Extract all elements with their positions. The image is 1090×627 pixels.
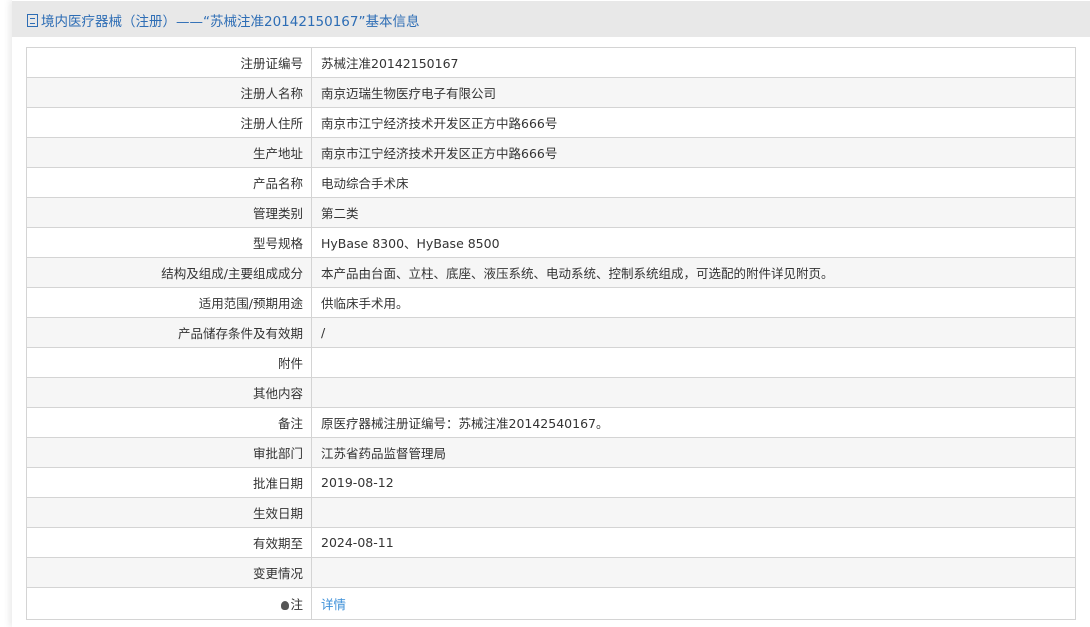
field-value: 电动综合手术床 xyxy=(311,167,1076,198)
field-label: 注册证编号 xyxy=(26,47,312,78)
table-row: 备注 原医疗器械注册证编号：苏械注准20142540167。 xyxy=(26,407,1076,438)
field-label: 管理类别 xyxy=(26,197,312,228)
lightbulb-icon xyxy=(281,601,290,610)
field-value xyxy=(311,497,1076,528)
note-label: 注 xyxy=(26,587,312,620)
field-label: 结构及组成/主要组成成分 xyxy=(26,257,312,288)
field-label: 产品名称 xyxy=(26,167,312,198)
field-value xyxy=(311,377,1076,408)
page-title: 境内医疗器械（注册）——“苏械注准20142150167”基本信息 xyxy=(27,10,419,30)
table-row: 其他内容 xyxy=(26,377,1076,408)
table-row: 生产地址 南京市江宁经济技术开发区正方中路666号 xyxy=(26,137,1076,168)
table-row: 管理类别 第二类 xyxy=(26,197,1076,228)
field-value: 南京市江宁经济技术开发区正方中路666号 xyxy=(311,137,1076,168)
table-row: 产品名称 电动综合手术床 xyxy=(26,167,1076,198)
table-row: 附件 xyxy=(26,347,1076,378)
table-row: 有效期至 2024-08-11 xyxy=(26,527,1076,558)
field-label: 有效期至 xyxy=(26,527,312,558)
table-row: 型号规格 HyBase 8300、HyBase 8500 xyxy=(26,227,1076,258)
field-label: 适用范围/预期用途 xyxy=(26,287,312,318)
field-value: / xyxy=(311,317,1076,348)
table-row: 生效日期 xyxy=(26,497,1076,528)
field-value: HyBase 8300、HyBase 8500 xyxy=(311,227,1076,258)
field-label: 产品储存条件及有效期 xyxy=(26,317,312,348)
table-row: 适用范围/预期用途 供临床手术用。 xyxy=(26,287,1076,318)
field-value xyxy=(311,347,1076,378)
field-value xyxy=(311,557,1076,588)
page-header: 境内医疗器械（注册）——“苏械注准20142150167”基本信息 xyxy=(12,1,1090,37)
field-label: 其他内容 xyxy=(26,377,312,408)
field-value: 第二类 xyxy=(311,197,1076,228)
field-value: 本产品由台面、立柱、底座、液压系统、电动系统、控制系统组成，可选配的附件详见附页… xyxy=(311,257,1076,288)
table-row: 批准日期 2019-08-12 xyxy=(26,467,1076,498)
field-label: 备注 xyxy=(26,407,312,438)
details-link[interactable]: 详情 xyxy=(321,597,346,612)
field-value: 原医疗器械注册证编号：苏械注准20142540167。 xyxy=(311,407,1076,438)
info-table: 注册证编号 苏械注准20142150167 注册人名称 南京迈瑞生物医疗电子有限公司注… xyxy=(26,47,1076,620)
field-label: 批准日期 xyxy=(26,467,312,498)
table-row: 变更情况 xyxy=(26,557,1076,588)
note-value: 详情 xyxy=(311,587,1076,620)
field-label: 注册人名称 xyxy=(26,77,312,108)
field-label: 审批部门 xyxy=(26,437,312,468)
field-value: 供临床手术用。 xyxy=(311,287,1076,318)
field-label: 注册人住所 xyxy=(26,107,312,138)
field-value: 南京市江宁经济技术开发区正方中路666号 xyxy=(311,107,1076,138)
note-row: 注 详情 xyxy=(26,587,1076,620)
field-label: 变更情况 xyxy=(26,557,312,588)
field-value: 2024-08-11 xyxy=(311,527,1076,558)
table-row: 产品储存条件及有效期 / xyxy=(26,317,1076,348)
table-row: 注册证编号 苏械注准20142150167 xyxy=(26,47,1076,78)
field-value: 南京迈瑞生物医疗电子有限公司 xyxy=(311,77,1076,108)
field-label: 生效日期 xyxy=(26,497,312,528)
table-row: 注册人住所 南京市江宁经济技术开发区正方中路666号 xyxy=(26,107,1076,138)
table-row: 审批部门 江苏省药品监督管理局 xyxy=(26,437,1076,468)
field-value: 2019-08-12 xyxy=(311,467,1076,498)
page-title-text: 境内医疗器械（注册）——“苏械注准20142150167”基本信息 xyxy=(41,14,420,30)
table-row: 结构及组成/主要组成成分 本产品由台面、立柱、底座、液压系统、电动系统、控制系统组… xyxy=(26,257,1076,288)
field-value: 苏械注准20142150167 xyxy=(311,47,1076,78)
field-label: 型号规格 xyxy=(26,227,312,258)
note-label-text: 注 xyxy=(290,597,303,612)
table-row: 注册人名称 南京迈瑞生物医疗电子有限公司 xyxy=(26,77,1076,108)
document-icon xyxy=(27,14,38,27)
field-value: 江苏省药品监督管理局 xyxy=(311,437,1076,468)
field-label: 生产地址 xyxy=(26,137,312,168)
field-label: 附件 xyxy=(26,347,312,378)
